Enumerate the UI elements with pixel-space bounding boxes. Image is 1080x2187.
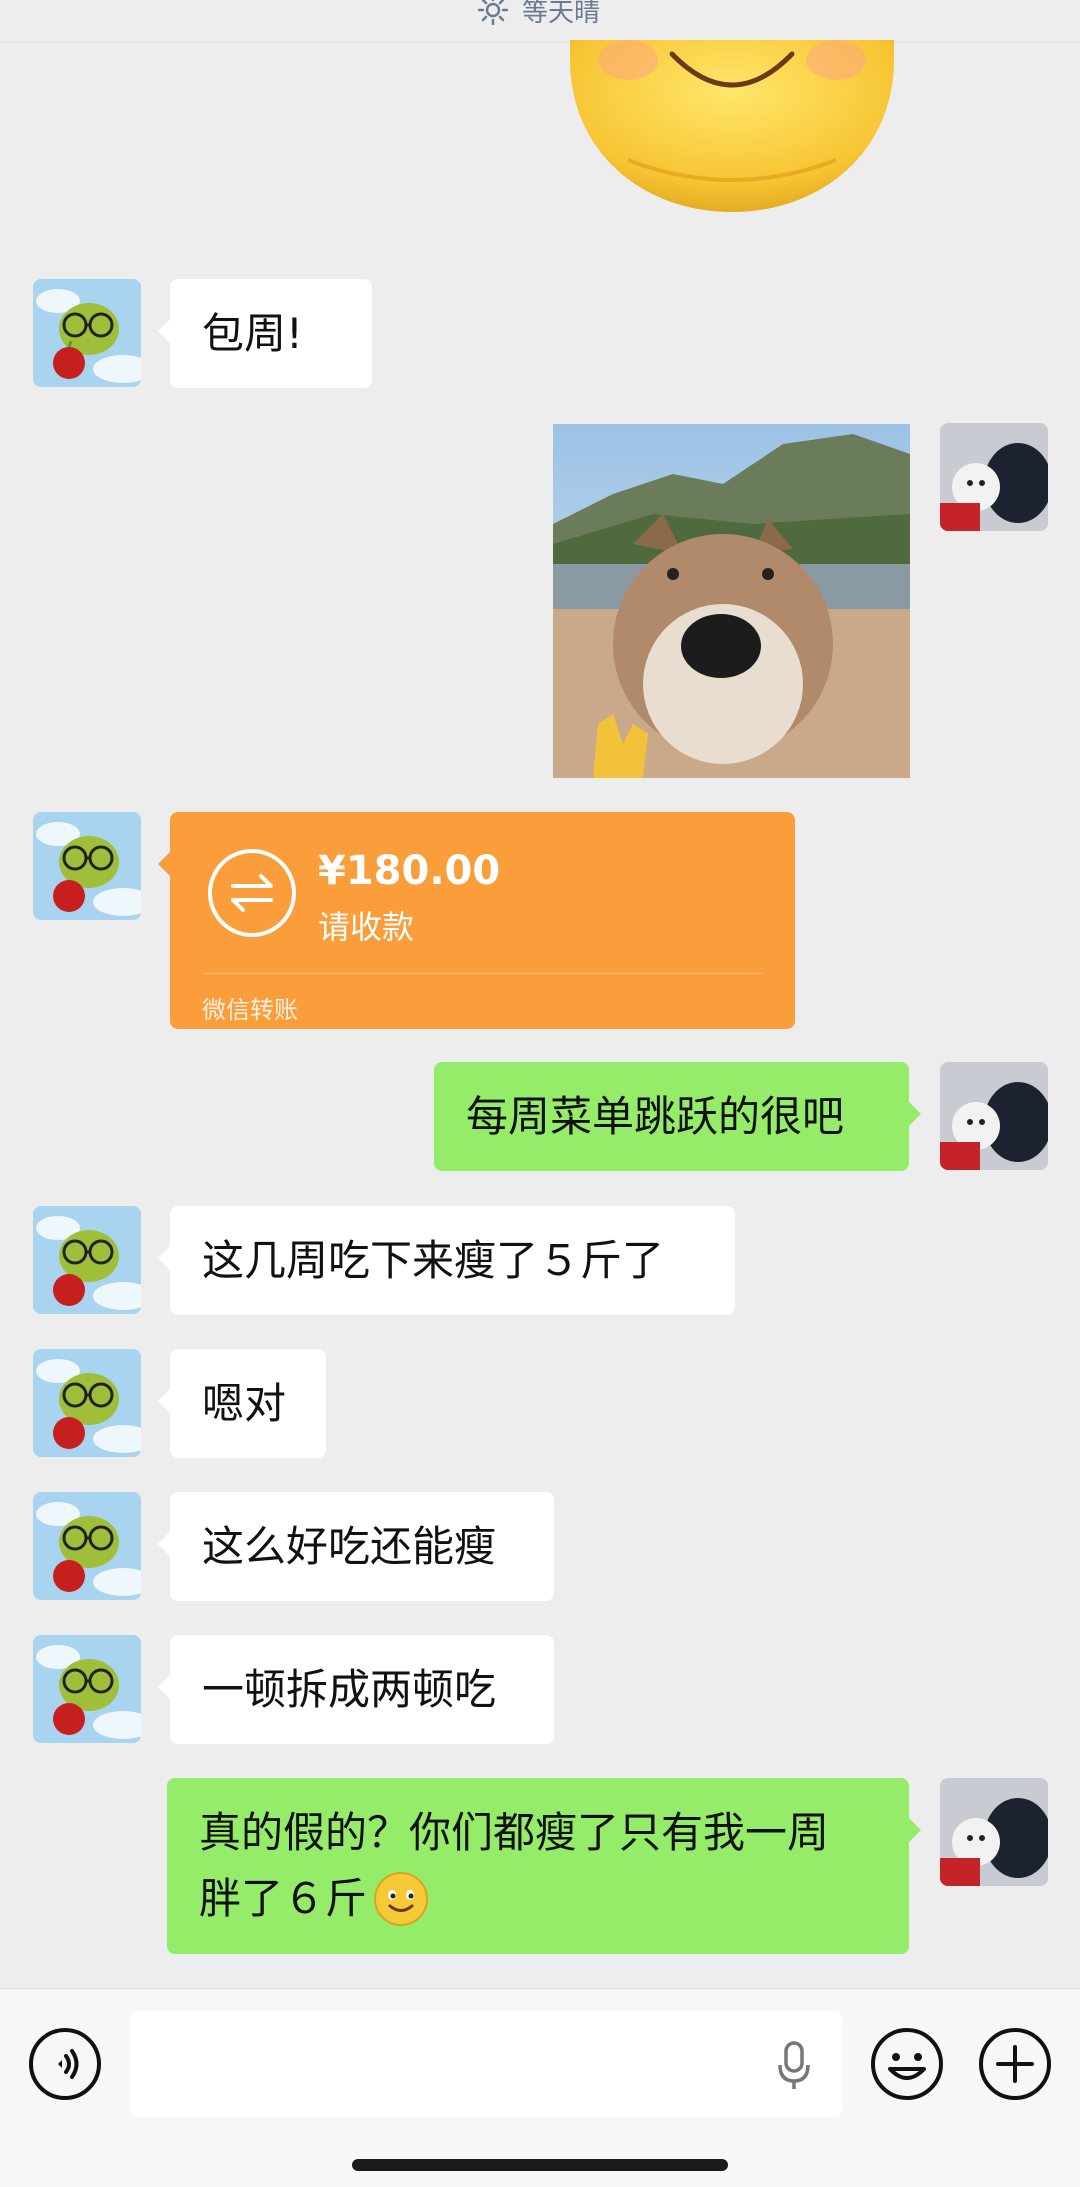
divider xyxy=(202,973,763,974)
dog-photo[interactable] xyxy=(553,424,910,778)
sun-icon xyxy=(478,0,508,25)
message-text: 这么好吃还能瘦 xyxy=(202,1521,497,1571)
emoji-icon[interactable] xyxy=(870,2027,944,2101)
avatar-frog[interactable] xyxy=(33,1206,141,1314)
message-text: 嗯对 xyxy=(202,1378,287,1428)
message-input[interactable] xyxy=(130,2011,842,2117)
transfer-icon xyxy=(208,849,296,937)
smile-emoji xyxy=(374,1872,429,1926)
plus-icon[interactable] xyxy=(978,2027,1052,2101)
avatar-frog[interactable] xyxy=(33,1492,141,1600)
message-bubble[interactable]: 每周菜单跳跃的很吧 xyxy=(434,1062,921,1171)
transfer-footer: 微信转账 xyxy=(202,996,298,1024)
message-text: 包周! xyxy=(202,308,303,358)
message-text-line: 胖了６斤 xyxy=(199,1874,368,1923)
transfer-amount: ¥180.00 xyxy=(318,848,501,894)
avatar-frog[interactable] xyxy=(33,812,141,920)
message-bubble[interactable]: 一顿拆成两顿吃 xyxy=(158,1635,554,1744)
message-text: 这几周吃下来瘦了５斤了 xyxy=(202,1235,665,1285)
message-text: 每周菜单跳跃的很吧 xyxy=(466,1091,845,1141)
message-bubble[interactable]: 这几周吃下来瘦了５斤了 xyxy=(158,1206,735,1315)
avatar-dogs[interactable] xyxy=(940,1062,1048,1170)
avatar-dogs[interactable] xyxy=(940,1778,1048,1886)
smile-emoji-sticker[interactable] xyxy=(568,0,896,214)
avatar-frog[interactable] xyxy=(33,1635,141,1743)
transfer-card[interactable]: ¥180.00 请收款 微信转账 xyxy=(158,812,795,1029)
message-bubble[interactable]: 包周! xyxy=(158,279,372,388)
avatar-frog[interactable] xyxy=(33,279,141,387)
transfer-action: 请收款 xyxy=(318,908,415,946)
message-text: 一顿拆成两顿吃 xyxy=(202,1664,497,1714)
mic-icon[interactable] xyxy=(776,2041,812,2091)
message-text-line: 真的假的？你们都瘦了只有我一周 xyxy=(199,1808,830,1857)
avatar-frog[interactable] xyxy=(33,1349,141,1457)
message-bubble[interactable]: 真的假的？你们都瘦了只有我一周 胖了６斤 xyxy=(167,1778,921,1954)
input-bar xyxy=(0,1988,1080,2187)
home-indicator[interactable] xyxy=(352,2159,728,2171)
message-bubble[interactable]: 这么好吃还能瘦 xyxy=(158,1492,554,1601)
voice-icon[interactable] xyxy=(28,2027,102,2101)
message-bubble[interactable]: 嗯对 xyxy=(158,1349,326,1458)
top-bar: 等天晴 xyxy=(0,0,1080,43)
avatar-dogs[interactable] xyxy=(940,423,1048,531)
